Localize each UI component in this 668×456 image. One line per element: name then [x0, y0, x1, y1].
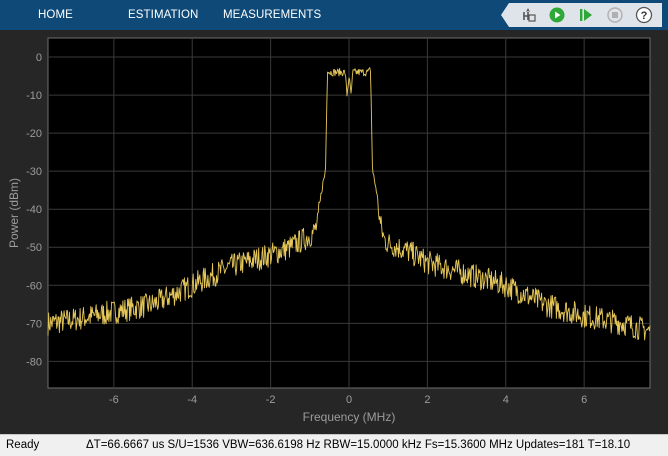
y-tick-label: -30: [26, 166, 42, 178]
status-bar: Ready ΔT=66.6667 us S/U=1536 VBW=636.619…: [0, 434, 668, 456]
help-icon[interactable]: ?: [634, 5, 654, 25]
y-tick-label: -10: [26, 90, 42, 102]
x-tick-label: 2: [424, 394, 430, 406]
x-tick-label: -2: [266, 394, 276, 406]
x-tick-label: 0: [346, 394, 352, 406]
status-info: ΔT=66.6667 us S/U=1536 VBW=636.6198 Hz R…: [86, 439, 631, 451]
step-forward-icon[interactable]: [576, 5, 596, 25]
y-tick-label: -50: [26, 242, 42, 254]
stop-icon[interactable]: [605, 5, 625, 25]
y-tick-label: -70: [26, 318, 42, 330]
x-ticks: -6 -4 -2 0 2 4 6: [109, 394, 587, 406]
x-tick-label: 6: [581, 394, 587, 406]
toolbar-quick-access: ?: [501, 3, 662, 27]
tab-estimation[interactable]: ESTIMATION: [128, 0, 198, 30]
x-tick-label: -4: [187, 394, 197, 406]
y-tick-label: -60: [26, 280, 42, 292]
toolstrip: HOME ESTIMATION MEASUREMENTS ?: [0, 0, 668, 30]
y-axis-label: Power (dBm): [7, 178, 21, 248]
y-tick-label: -20: [26, 128, 42, 140]
tab-measurements[interactable]: MEASUREMENTS: [223, 0, 321, 30]
spectrum-plot: -6 -4 -2 0 2 4 6 0-10-20-30-40-50-60-70-80 Fre…: [7, 37, 651, 424]
svg-text:?: ?: [640, 10, 647, 22]
y-ticks: 0 -10 -20 -30 -40 -50 -60 -70 -80: [26, 52, 42, 368]
x-tick-label: 4: [503, 394, 509, 406]
tab-home[interactable]: HOME: [38, 0, 73, 30]
signal-select-icon[interactable]: [518, 5, 538, 25]
y-tick-label: -80: [26, 356, 42, 368]
x-axis-label: Frequency (MHz): [303, 410, 396, 424]
run-icon[interactable]: [547, 5, 567, 25]
status-ready: Ready: [6, 439, 40, 451]
x-tick-label: -6: [109, 394, 119, 406]
spectrum-scope: -6 -4 -2 0 2 4 6 0 -10 -20 -30 -40 -50 -60 -70 -80 Fre…: [0, 30, 668, 434]
y-tick-label: -40: [26, 204, 42, 216]
y-tick-label: 0: [36, 52, 42, 64]
